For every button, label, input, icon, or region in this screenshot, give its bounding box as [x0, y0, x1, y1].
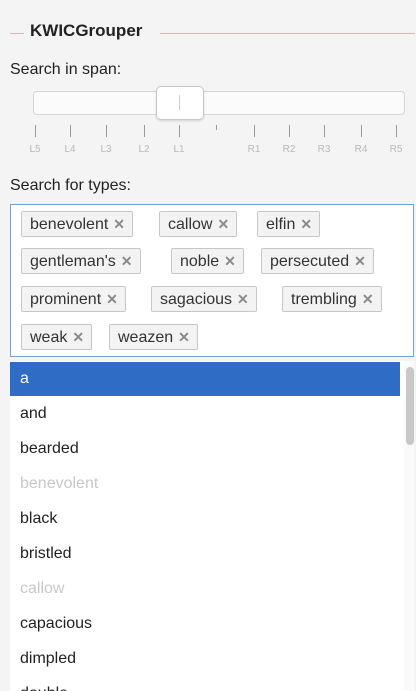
- remove-tag-icon[interactable]: ✕: [237, 287, 249, 311]
- list-scrollbar[interactable]: [404, 361, 414, 691]
- slider-center-tick: [216, 125, 217, 130]
- slider-tick: [396, 125, 397, 137]
- types-multiselect[interactable]: benevolent ✕ callow ✕ elfin ✕ gentleman's ✕ nobl…: [10, 204, 414, 357]
- type-tag-label: callow: [168, 216, 213, 233]
- list-item[interactable]: black: [10, 502, 400, 536]
- list-item[interactable]: a: [10, 362, 400, 396]
- type-tag-label: benevolent: [30, 216, 109, 233]
- type-tag: benevolent ✕: [21, 211, 134, 237]
- slider-tick-label: R3: [317, 144, 331, 155]
- slider-tick-label: L2: [138, 144, 150, 155]
- list-item[interactable]: bearded: [10, 432, 400, 466]
- type-tag: weazen ✕: [109, 324, 198, 350]
- type-tag-label: persecuted: [270, 253, 350, 270]
- type-tag-label: elfin: [266, 216, 296, 233]
- slider-tick: [254, 125, 255, 137]
- list-item[interactable]: bristled: [10, 537, 400, 571]
- type-tag: noble ✕: [171, 248, 244, 274]
- list-item: callow: [20, 580, 65, 597]
- slider-grip-icon: [179, 95, 180, 110]
- slider-tick: [35, 125, 36, 137]
- remove-tag-icon[interactable]: ✕: [217, 212, 229, 236]
- remove-tag-icon[interactable]: ✕: [178, 325, 190, 349]
- types-dropdown-list[interactable]: a and bearded benevolent black bristled callow…: [10, 361, 414, 691]
- span-label: Search in span:: [10, 61, 122, 78]
- fieldset-line-left: [10, 33, 24, 34]
- type-tag-label: trembling: [291, 291, 357, 308]
- list-item[interactable]: double: [10, 677, 400, 691]
- remove-tag-icon[interactable]: ✕: [72, 325, 84, 349]
- scrollbar-thumb[interactable]: [406, 367, 414, 445]
- slider-tick: [361, 125, 362, 137]
- slider-tick-label: R1: [247, 144, 261, 155]
- list-item: benevolent: [20, 475, 99, 492]
- remove-tag-icon[interactable]: ✕: [106, 287, 118, 311]
- slider-tick-label: L4: [64, 144, 76, 155]
- type-tag: gentleman's ✕: [21, 248, 141, 274]
- type-tag-label: gentleman's: [30, 253, 116, 270]
- type-tag-label: noble: [180, 253, 220, 270]
- type-tag: elfin ✕: [257, 211, 321, 237]
- type-tag-label: weazen: [118, 329, 174, 346]
- slider-tick-label: L5: [29, 144, 41, 155]
- remove-tag-icon[interactable]: ✕: [362, 287, 374, 311]
- remove-tag-icon[interactable]: ✕: [300, 212, 312, 236]
- list-item[interactable]: capacious: [10, 607, 400, 641]
- type-tag-label: weak: [30, 329, 68, 346]
- fieldset-line-right: [160, 33, 415, 34]
- slider-tick-label: R5: [389, 144, 403, 155]
- remove-tag-icon[interactable]: ✕: [354, 249, 366, 273]
- slider-tick: [289, 125, 290, 137]
- slider-tick: [70, 125, 71, 137]
- slider-tick-label: R4: [354, 144, 368, 155]
- type-tag: trembling ✕: [282, 286, 382, 312]
- type-tag-label: prominent: [30, 291, 102, 308]
- slider-tick: [179, 125, 180, 137]
- slider-tick: [144, 125, 145, 137]
- type-tag: prominent ✕: [21, 286, 126, 312]
- type-tag: callow ✕: [159, 211, 238, 237]
- panel-title: KWICGrouper: [30, 21, 143, 40]
- span-slider-handle[interactable]: [156, 86, 204, 120]
- slider-tick-label: R2: [282, 144, 296, 155]
- type-tag: weak ✕: [21, 324, 93, 350]
- remove-tag-icon[interactable]: ✕: [121, 249, 133, 273]
- slider-tick-label: L1: [173, 144, 185, 155]
- slider-tick: [106, 125, 107, 137]
- remove-tag-icon[interactable]: ✕: [224, 249, 236, 273]
- type-tag-label: sagacious: [160, 291, 233, 308]
- list-item[interactable]: and: [10, 397, 400, 431]
- types-label: Search for types:: [10, 177, 131, 194]
- slider-tick-label: L3: [100, 144, 112, 155]
- remove-tag-icon[interactable]: ✕: [113, 212, 125, 236]
- type-tag: sagacious ✕: [151, 286, 257, 312]
- slider-tick: [324, 125, 325, 137]
- list-item[interactable]: dimpled: [10, 642, 400, 676]
- type-tag: persecuted ✕: [261, 248, 374, 274]
- span-slider-track[interactable]: [33, 91, 405, 115]
